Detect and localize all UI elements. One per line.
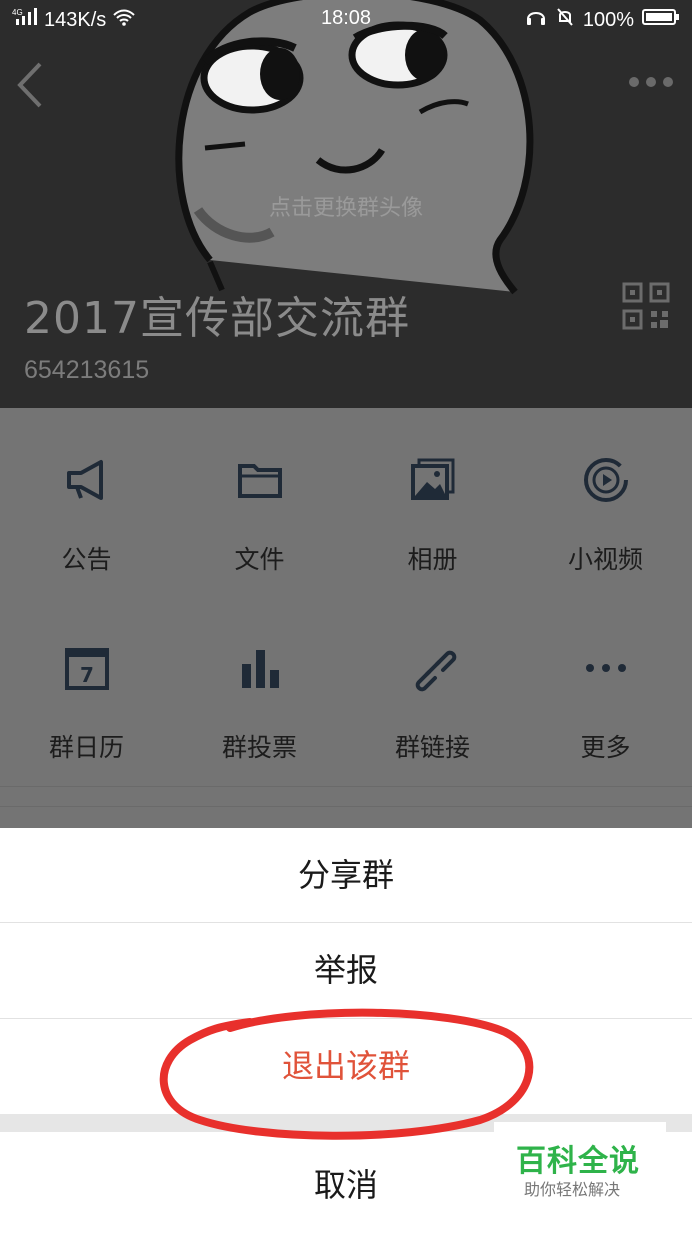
function-group-link[interactable]: 群链接 xyxy=(346,616,519,804)
function-vote[interactable]: 群投票 xyxy=(173,616,346,804)
change-avatar-hint[interactable]: 点击更换群头像 xyxy=(0,190,692,222)
watermark-title: 百科全说 xyxy=(516,1144,640,1179)
calendar-icon: 7 xyxy=(64,648,109,690)
function-label: 文件 xyxy=(234,545,285,574)
divider xyxy=(0,806,692,807)
function-announcement[interactable]: 公告 xyxy=(0,428,173,616)
function-label: 相册 xyxy=(407,545,458,574)
more-dots-icon xyxy=(585,664,626,672)
function-calendar[interactable]: 7 群日历 xyxy=(0,616,173,804)
function-grid-panel: 公告 文件 相册 小视频 7 群日历 群投票 群链接 更多 xyxy=(0,408,692,828)
more-dots-icon xyxy=(629,77,673,87)
more-options-button[interactable] xyxy=(628,72,674,92)
status-bar: 4G 143K/s 18:08 100% xyxy=(0,0,692,38)
folder-icon xyxy=(237,464,282,498)
video-play-icon xyxy=(583,458,628,502)
function-more[interactable]: 更多 xyxy=(519,616,692,804)
watermark-subtitle: 助你轻松解决 xyxy=(524,1180,621,1199)
function-label: 公告 xyxy=(61,545,112,574)
back-button[interactable] xyxy=(14,60,48,110)
svg-text:7: 7 xyxy=(80,663,94,687)
divider xyxy=(0,786,692,787)
function-label: 群日历 xyxy=(48,733,124,762)
function-short-video[interactable]: 小视频 xyxy=(519,428,692,616)
function-files[interactable]: 文件 xyxy=(173,428,346,616)
function-grid: 公告 文件 相册 小视频 7 群日历 群投票 群链接 更多 xyxy=(0,428,692,804)
function-label: 小视频 xyxy=(567,545,643,574)
function-label: 群投票 xyxy=(221,733,297,762)
qr-code-button[interactable] xyxy=(622,282,670,330)
quit-group-button[interactable]: 退出该群 xyxy=(0,1019,692,1114)
link-icon xyxy=(415,650,456,692)
watermark-logo: 百科全说 助你轻松解决 xyxy=(494,1122,666,1214)
battery-icon xyxy=(642,7,680,33)
chevron-left-icon xyxy=(17,62,42,108)
function-album[interactable]: 相册 xyxy=(346,428,519,616)
group-name: 2017宣传部交流群 xyxy=(24,293,410,344)
qr-code-icon xyxy=(622,282,670,330)
megaphone-icon xyxy=(66,460,103,500)
share-group-button[interactable]: 分享群 xyxy=(0,828,692,923)
headset-icon xyxy=(525,7,547,33)
report-button[interactable]: 举报 xyxy=(0,923,692,1018)
group-header: 4G 143K/s 18:08 100% 点击更换群头像 2017宣传部交流群 … xyxy=(0,0,692,408)
photo-album-icon xyxy=(410,458,454,500)
group-id: 654213615 xyxy=(24,356,150,384)
bar-chart-icon xyxy=(241,650,279,688)
function-label: 群链接 xyxy=(394,733,470,762)
function-label: 更多 xyxy=(580,733,631,762)
battery-level: 100% xyxy=(582,8,634,31)
mute-bell-icon xyxy=(555,7,575,33)
